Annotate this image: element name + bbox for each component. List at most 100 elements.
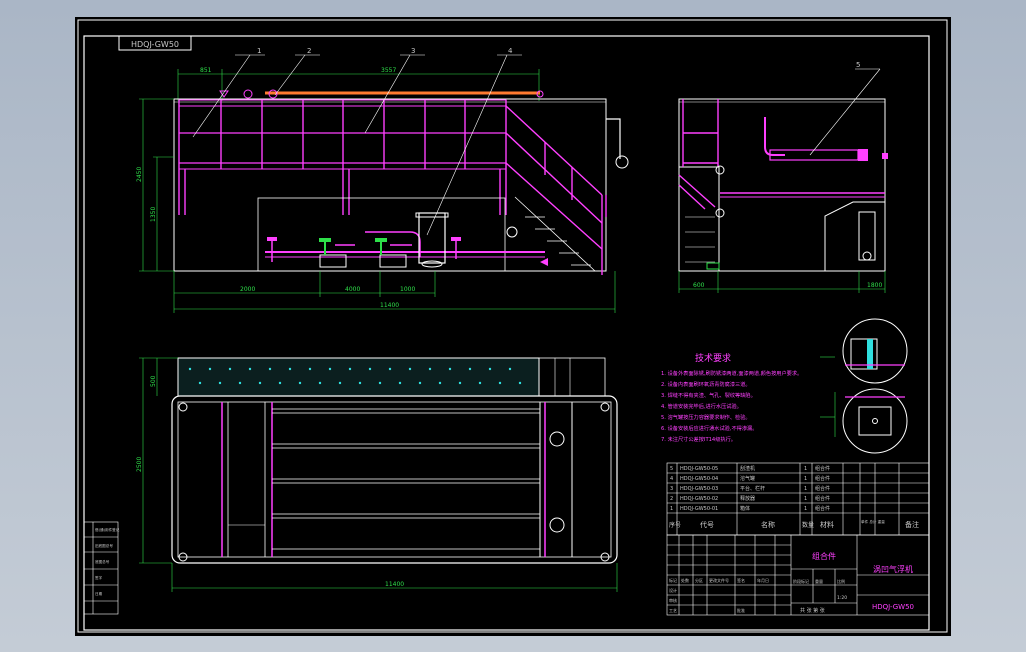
side-dim-b: 1800 bbox=[867, 282, 882, 289]
svg-text:日期: 日期 bbox=[95, 591, 103, 596]
tech-item-5: 5. 溶气罐按压力容器要求制作、检验。 bbox=[661, 413, 751, 421]
dim-overall-front: 11400 bbox=[380, 302, 399, 309]
dim-bottom-c: 1000 bbox=[400, 286, 415, 293]
pump-room bbox=[257, 197, 506, 272]
dim-top-a: 851 bbox=[200, 67, 212, 74]
svg-text:更改文件号: 更改文件号 bbox=[709, 577, 729, 583]
svg-text:组合件: 组合件 bbox=[815, 475, 830, 482]
svg-text:重量: 重量 bbox=[815, 578, 823, 584]
svg-text:组合件: 组合件 bbox=[815, 495, 830, 502]
plan-view: 500 2500 11400 bbox=[136, 357, 618, 592]
left-side-labels: 借(通)用件登记 旧底图总号 底图总号 签字 日期 bbox=[95, 527, 120, 596]
svg-text:签字: 签字 bbox=[95, 575, 103, 580]
plan-dim-a: 500 bbox=[150, 375, 157, 387]
svg-text:组合件: 组合件 bbox=[815, 505, 830, 512]
dim-left-b: 1350 bbox=[150, 207, 157, 222]
detail-views bbox=[820, 318, 908, 454]
tech-item-3: 3. 焊缝不得有夹渣、气孔、裂纹等缺陷。 bbox=[661, 391, 756, 399]
svg-text:共 张 第 张: 共 张 第 张 bbox=[800, 607, 825, 614]
svg-text:阶段标记: 阶段标记 bbox=[793, 578, 809, 584]
svg-text:旧底图总号: 旧底图总号 bbox=[95, 543, 113, 548]
dim-overall-plan: 11400 bbox=[385, 581, 404, 588]
svg-text:分区: 分区 bbox=[695, 577, 703, 583]
svg-text:刮渣机: 刮渣机 bbox=[740, 465, 755, 472]
svg-text:比例: 比例 bbox=[837, 578, 845, 584]
drawing-code: HDQJ-GW50 bbox=[131, 40, 179, 49]
svg-text:3: 3 bbox=[670, 486, 673, 492]
bom-rows: 5 HDQJ-GW50-05 刮渣机 1 组合件 4 HDQJ-GW50-04 … bbox=[669, 465, 919, 529]
svg-text:1: 1 bbox=[670, 506, 673, 512]
svg-text:HDQJ-GW50-04: HDQJ-GW50-04 bbox=[680, 476, 718, 482]
svg-text:组合件: 组合件 bbox=[815, 485, 830, 492]
svg-text:1: 1 bbox=[804, 486, 807, 492]
drawing-sheet: HDQJ-GW50 851 3557 2450 1350 2000 4000 1… bbox=[75, 17, 951, 636]
bom-header-material: 材料 bbox=[820, 520, 834, 529]
leader-4: 4 bbox=[508, 47, 513, 55]
svg-text:HDQJ-GW50-05: HDQJ-GW50-05 bbox=[680, 466, 718, 472]
leader-1: 1 bbox=[257, 47, 261, 55]
svg-text:批准: 批准 bbox=[737, 607, 745, 613]
title-product-name: 涡凹气浮机 bbox=[873, 564, 913, 574]
bom-header-remark: 备注 bbox=[905, 520, 919, 529]
tech-item-7: 7. 未注尺寸公差按IT14级执行。 bbox=[661, 435, 736, 443]
cad-drawing: HDQJ-GW50 851 3557 2450 1350 2000 4000 1… bbox=[77, 19, 948, 633]
drive-sprocket bbox=[243, 89, 253, 99]
bom-header-code: 代号 bbox=[700, 520, 714, 529]
svg-text:签名: 签名 bbox=[737, 577, 745, 583]
staircase bbox=[505, 105, 607, 275]
title-texts: 组合件 涡凹气浮机 HDQJ-GW50 标记 处数 分区 更改文件号 签名 年月… bbox=[669, 551, 914, 614]
svg-text:标记: 标记 bbox=[669, 577, 677, 583]
tech-requirements: 技术要求 1. 设备外表面除锈,刷防锈漆两道,面漆两道,颜色按用户要求。 2. … bbox=[661, 352, 802, 443]
svg-text:审核: 审核 bbox=[669, 597, 677, 603]
title-drawing-no: HDQJ-GW50 bbox=[872, 603, 914, 611]
tech-item-1: 1. 设备外表面除锈,刷防锈漆两道,面漆两道,颜色按用户要求。 bbox=[661, 369, 802, 377]
svg-text:HDQJ-GW50-03: HDQJ-GW50-03 bbox=[680, 486, 718, 492]
tech-title: 技术要求 bbox=[695, 352, 731, 364]
svg-text:HDQJ-GW50-02: HDQJ-GW50-02 bbox=[680, 496, 718, 502]
svg-text:溶气罐: 溶气罐 bbox=[740, 475, 755, 482]
svg-text:1: 1 bbox=[804, 506, 807, 512]
svg-text:箱体: 箱体 bbox=[740, 505, 750, 512]
dim-left-a: 2450 bbox=[136, 167, 143, 182]
left-side-table bbox=[83, 521, 119, 615]
title-material: 组合件 bbox=[812, 551, 836, 561]
svg-text:HDQJ-GW50-01: HDQJ-GW50-01 bbox=[680, 506, 718, 512]
dim-bottom-b: 4000 bbox=[345, 286, 360, 293]
svg-text:释放器: 释放器 bbox=[740, 495, 755, 502]
svg-text:处数: 处数 bbox=[681, 577, 689, 583]
plan-tank bbox=[171, 395, 618, 564]
svg-text:1: 1 bbox=[804, 496, 807, 502]
svg-text:设计: 设计 bbox=[669, 587, 677, 593]
svg-text:年月日: 年月日 bbox=[757, 577, 769, 583]
svg-text:1:20: 1:20 bbox=[837, 595, 847, 601]
bom-header-name: 名称 bbox=[761, 520, 775, 529]
bom-header-weight: 单件 总计 重量 bbox=[861, 519, 885, 524]
side-pipe bbox=[764, 117, 785, 156]
svg-text:工艺: 工艺 bbox=[669, 608, 677, 613]
svg-text:底图总号: 底图总号 bbox=[95, 559, 110, 564]
svg-text:平台、栏杆: 平台、栏杆 bbox=[740, 485, 765, 492]
tech-item-2: 2. 设备内表面刷环氧沥青防腐漆三道。 bbox=[661, 380, 751, 388]
svg-text:1: 1 bbox=[804, 466, 807, 472]
leader-5: 5 bbox=[856, 61, 860, 69]
bom-header-no: 序号 bbox=[669, 521, 681, 529]
bom-header-qty: 数量 bbox=[802, 521, 814, 529]
plan-dim-b: 2500 bbox=[136, 457, 143, 472]
svg-text:4: 4 bbox=[670, 476, 673, 482]
leader-2: 2 bbox=[307, 47, 311, 55]
side-dim-a: 600 bbox=[693, 282, 705, 289]
dim-bottom-a: 2000 bbox=[240, 286, 255, 293]
side-view: 5 600 1800 bbox=[678, 61, 888, 293]
svg-text:2: 2 bbox=[670, 496, 673, 502]
leader-3: 3 bbox=[411, 47, 415, 55]
svg-text:组合件: 组合件 bbox=[815, 465, 830, 472]
side-tank bbox=[858, 211, 876, 261]
svg-text:5: 5 bbox=[670, 466, 673, 472]
dim-top-b: 3557 bbox=[381, 67, 396, 74]
tech-item-4: 4. 管道安装完毕后,进行水压试验。 bbox=[661, 402, 742, 410]
svg-text:1: 1 bbox=[804, 476, 807, 482]
svg-text:借(通)用件登记: 借(通)用件登记 bbox=[95, 527, 120, 532]
front-view: 851 3557 2450 1350 2000 4000 1000 11400 … bbox=[136, 47, 629, 313]
plan-walkway bbox=[177, 357, 540, 397]
dissolved-air-tank bbox=[418, 212, 446, 264]
